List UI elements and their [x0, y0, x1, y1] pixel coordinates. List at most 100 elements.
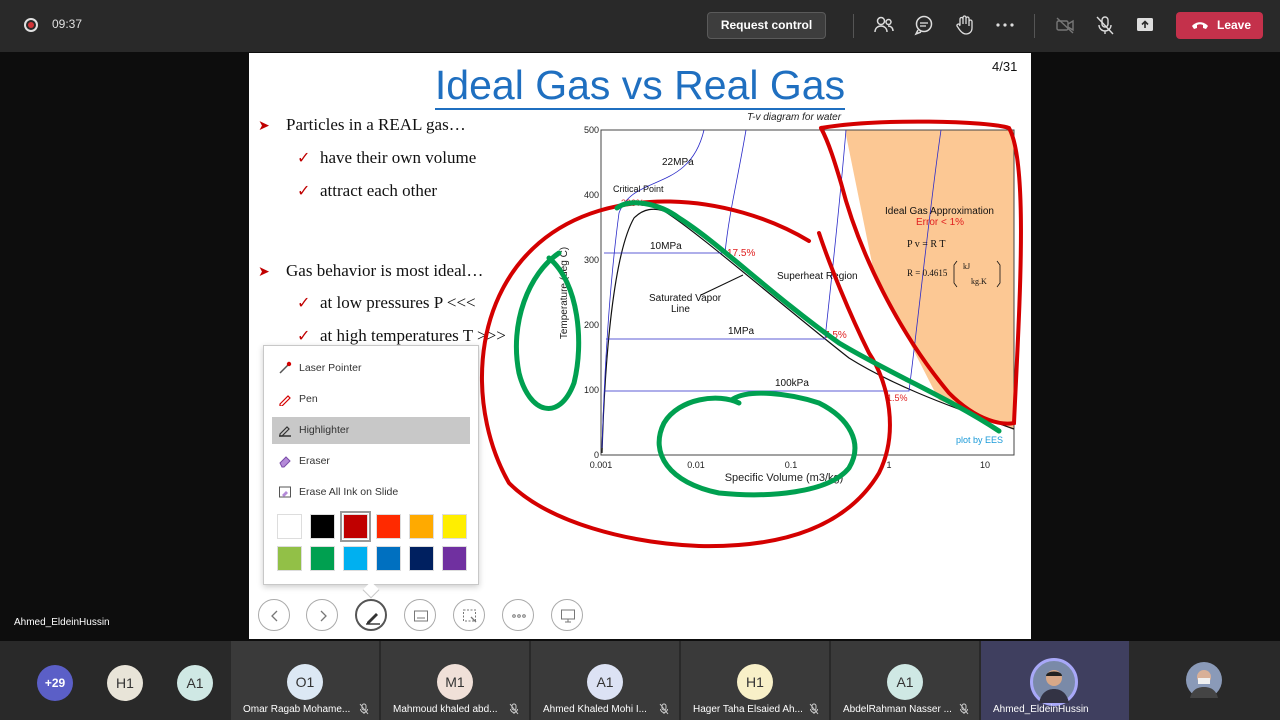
- eraser-label: Eraser: [299, 455, 330, 467]
- presenter-name: Ahmed_EldeinHussin: [14, 617, 110, 628]
- participant-tile[interactable]: A1 AbdelRahman Nasser ...: [831, 641, 979, 720]
- x-tick: 10: [980, 460, 990, 470]
- color-swatch[interactable]: [310, 546, 335, 571]
- color-swatch[interactable]: [442, 514, 467, 539]
- avatar: H1: [737, 664, 773, 700]
- isobar-1mpa: [606, 129, 847, 340]
- pen-label: Pen: [299, 393, 318, 405]
- color-swatch[interactable]: [409, 546, 434, 571]
- participant-name: Ahmed Khaled Mohi I...: [543, 704, 647, 715]
- leave-button[interactable]: Leave: [1176, 12, 1263, 39]
- erase-all-option[interactable]: Erase All Ink on Slide: [272, 479, 470, 506]
- highlighter-option[interactable]: Highlighter: [272, 417, 470, 444]
- highlighter-label: Highlighter: [299, 424, 350, 436]
- meeting-toolbar: 09:37 Request control Leave: [0, 0, 1280, 52]
- color-swatch[interactable]: [376, 514, 401, 539]
- highlighter-icon: [279, 426, 291, 437]
- participants-icon[interactable]: [873, 14, 895, 36]
- eraser-icon: [279, 456, 291, 468]
- raise-hand-icon[interactable]: [954, 14, 976, 36]
- more-slide-options-button[interactable]: [502, 599, 534, 631]
- participant-tile-active[interactable]: Ahmed_EldeinHussin: [981, 641, 1129, 720]
- mic-off-icon: [809, 703, 819, 715]
- participant-tile[interactable]: O1 Omar Ragab Mohame...: [231, 641, 379, 720]
- label-critical-point: Critical Point: [613, 184, 664, 194]
- color-swatch[interactable]: [310, 514, 335, 539]
- participant-thumb[interactable]: A1: [175, 641, 215, 720]
- avatar: H1: [107, 665, 143, 701]
- self-photo-avatar: [1186, 662, 1222, 698]
- laser-pointer-icon: [279, 361, 292, 374]
- x-tick: 1: [886, 460, 891, 470]
- color-swatch[interactable]: [277, 546, 302, 571]
- participant-name: Hager Taha Elsaied Ah...: [693, 704, 803, 715]
- presenter-view-icon: [561, 609, 575, 623]
- mic-off-icon[interactable]: [1094, 14, 1116, 36]
- color-swatch[interactable]: [343, 546, 368, 571]
- pen-tools-button[interactable]: [355, 599, 387, 631]
- y-tick: 100: [584, 385, 599, 395]
- request-control-button[interactable]: Request control: [707, 12, 826, 39]
- overflow-participants[interactable]: +29: [0, 641, 110, 720]
- sat-vapor-pointer: [700, 274, 744, 296]
- isobar-22mpa: [601, 129, 705, 449]
- participant-thumb[interactable]: H1: [107, 641, 145, 720]
- share-content-icon[interactable]: [1134, 14, 1156, 36]
- leave-button-label: Leave: [1217, 18, 1252, 32]
- avatar: A1: [177, 665, 213, 701]
- label-equation-1: P v = R T: [907, 239, 945, 250]
- color-swatch[interactable]: [277, 514, 302, 539]
- y-axis-label: Temperature (deg C): [559, 247, 570, 339]
- label-ideal-gas: Ideal Gas Approximation: [885, 206, 994, 217]
- color-swatch[interactable]: [442, 546, 467, 571]
- self-view-thumb[interactable]: [1180, 641, 1230, 720]
- avatar: M1: [437, 664, 473, 700]
- chevron-left-icon: [271, 610, 278, 622]
- y-tick: 400: [584, 190, 599, 200]
- participant-tile[interactable]: H1 Hager Taha Elsaied Ah...: [681, 641, 829, 720]
- next-slide-button[interactable]: [306, 599, 338, 631]
- erase-all-label: Erase All Ink on Slide: [299, 486, 399, 498]
- label-100kpa-pct: 1.5%: [887, 393, 908, 403]
- laser-pointer-option[interactable]: Laser Pointer: [272, 355, 470, 382]
- meeting-timer: 09:37: [52, 17, 83, 31]
- color-swatch[interactable]: [340, 511, 371, 542]
- label-unit-den: kg.K: [971, 277, 987, 286]
- x-tick: 0.01: [687, 460, 705, 470]
- zoom-slide-icon: [463, 609, 477, 623]
- laser-pointer-label: Laser Pointer: [299, 362, 362, 374]
- label-100kpa: 100kPa: [775, 378, 809, 389]
- eraser-option[interactable]: Eraser: [272, 448, 470, 475]
- chevron-right-icon: [320, 610, 327, 622]
- participant-tile[interactable]: M1 Mahmoud khaled abd...: [381, 641, 529, 720]
- ideal-gas-region: [845, 130, 1014, 430]
- participant-tile[interactable]: A1 Ahmed Khaled Mohi I...: [531, 641, 679, 720]
- label-equation-2: R = 0.4615: [907, 268, 948, 278]
- participant-name: Omar Ragab Mohame...: [243, 704, 351, 715]
- slide-zoom-button[interactable]: [453, 599, 485, 631]
- recording-indicator-icon: [24, 18, 38, 32]
- y-tick: 200: [584, 320, 599, 330]
- diagram-title: T-v diagram for water: [747, 112, 842, 123]
- chat-icon[interactable]: [913, 14, 935, 36]
- overflow-count-avatar: +29: [37, 665, 73, 701]
- participant-name: Ahmed_EldeinHussin: [993, 704, 1089, 715]
- label-10mpa: 10MPa: [650, 241, 682, 252]
- y-tick: 300: [584, 255, 599, 265]
- presenter-view-button[interactable]: [551, 599, 583, 631]
- subtitles-icon: [414, 610, 428, 622]
- subtitles-button[interactable]: [404, 599, 436, 631]
- more-options-icon[interactable]: [994, 14, 1016, 36]
- pen-options-menu: Laser Pointer Pen Highlighter Eraser Era…: [263, 345, 479, 585]
- profile-photo-avatar: [1030, 658, 1078, 706]
- color-swatch[interactable]: [376, 546, 401, 571]
- camera-off-icon[interactable]: [1054, 14, 1076, 36]
- label-1mpa: 1MPa: [728, 326, 755, 337]
- avatar: A1: [887, 664, 923, 700]
- label-unit-num: kJ: [963, 262, 970, 271]
- mic-off-icon: [659, 703, 669, 715]
- previous-slide-button[interactable]: [258, 599, 290, 631]
- pen-option[interactable]: Pen: [272, 386, 470, 413]
- color-swatch[interactable]: [409, 514, 434, 539]
- mic-off-icon: [359, 703, 369, 715]
